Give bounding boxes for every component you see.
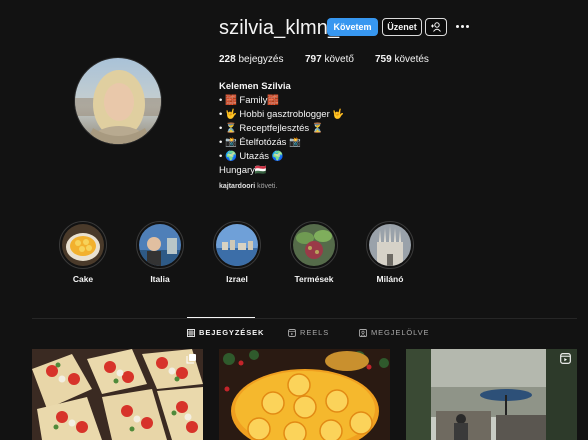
following-stat[interactable]: 759 követés [375, 54, 429, 65]
post-thumbnail[interactable] [219, 349, 390, 440]
highlight-label: Cake [72, 274, 94, 284]
followers-count: 797 [305, 54, 322, 65]
tab-label: REELS [300, 328, 330, 337]
bio-line: • 🌍 Utazás 🌍 [219, 151, 284, 162]
bio-line: Hungary🇭🇺 [219, 165, 267, 176]
followed-by-user[interactable]: kajtardoori [219, 183, 255, 190]
tab-posts[interactable]: BEJEGYZÉSEK [187, 328, 264, 337]
add-person-icon [431, 22, 441, 32]
profile-full-name: Kelemen Szilvia [219, 81, 291, 92]
reel-icon [560, 353, 571, 364]
post-thumbnail[interactable] [406, 349, 577, 440]
followers-label: követő [324, 54, 354, 65]
reels-icon [288, 328, 296, 337]
profile-username: szilvia_klmn_ [219, 17, 340, 39]
following-label: követés [394, 54, 429, 65]
highlight-termesek[interactable]: Termések [290, 221, 338, 284]
highlight-label: Termések [294, 274, 334, 284]
tabs-divider [32, 318, 577, 319]
post-thumbnail[interactable] [32, 349, 203, 440]
posts-count: 228 [219, 54, 236, 65]
tab-reels[interactable]: REELS [288, 328, 329, 337]
followers-stat[interactable]: 797 követő [305, 54, 354, 65]
highlight-cake[interactable]: Cake [59, 221, 107, 284]
bio-line: • 📸 Ételfotózás 📸 [219, 137, 301, 148]
tab-label: BEJEGYZÉSEK [199, 328, 265, 337]
suggested-users-button[interactable] [425, 18, 447, 36]
tagged-icon [359, 328, 367, 337]
active-tab-indicator [187, 317, 255, 318]
highlight-italia[interactable]: Italia [136, 221, 184, 284]
followed-by[interactable]: kajtardoori követi. [219, 183, 277, 190]
highlight-label: Milánó [376, 274, 404, 284]
bio-line: • 🤟 Hobbi gasztroblogger 🤟 [219, 109, 345, 120]
posts-stat: 228 bejegyzés [219, 54, 284, 65]
bio-line: • 🧱 Family🧱 [219, 95, 280, 106]
carousel-icon [186, 354, 196, 364]
highlight-milano[interactable]: Milánó [366, 221, 414, 284]
bio-line: • ⏳ Receptfejlesztés ⏳ [219, 123, 324, 134]
followed-by-suffix: követi. [255, 183, 278, 190]
highlight-label: Izrael [226, 274, 248, 284]
follow-button[interactable]: Követem [327, 18, 378, 36]
posts-label: bejegyzés [238, 54, 284, 65]
profile-bio: Kelemen Szilvia • 🧱 Family🧱 • 🤟 Hobbi ga… [219, 80, 344, 178]
grid-icon [187, 328, 195, 337]
message-button[interactable]: Üzenet [382, 18, 422, 36]
tab-label: MEGJELÖLVE [371, 328, 430, 337]
tab-tagged[interactable]: MEGJELÖLVE [359, 328, 429, 337]
highlight-label: Italia [150, 274, 170, 284]
following-count: 759 [375, 54, 392, 65]
more-options-icon[interactable] [456, 20, 472, 32]
highlight-izrael[interactable]: Izrael [213, 221, 261, 284]
profile-avatar[interactable] [74, 57, 162, 145]
